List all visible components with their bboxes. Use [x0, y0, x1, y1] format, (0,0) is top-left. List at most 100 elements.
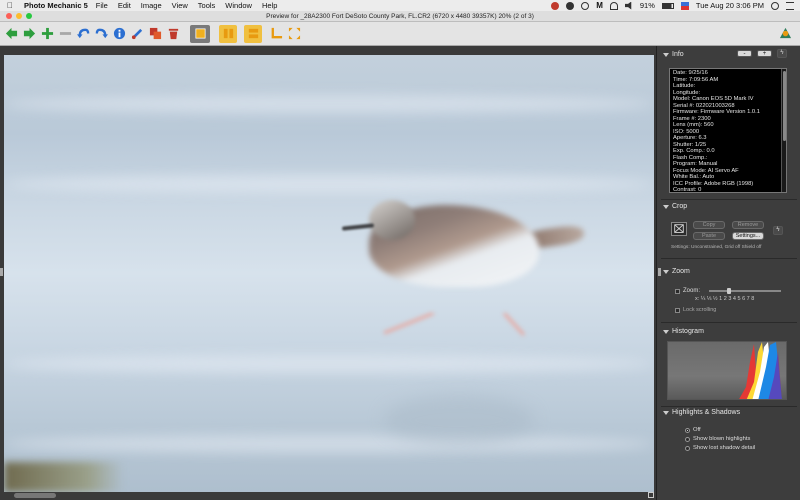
edit-button[interactable] — [130, 26, 145, 41]
menu-view[interactable]: View — [172, 1, 188, 10]
info-button[interactable] — [112, 26, 127, 41]
zoom-scale: x: ¼ ⅓ ½ 1 2 3 4 5 6 7 8 — [695, 296, 755, 302]
disclosure-triangle-icon — [663, 204, 669, 209]
menu-help[interactable]: Help — [262, 1, 277, 10]
crop-tool-button[interactable] — [269, 26, 284, 41]
zoom-slider[interactable] — [709, 288, 781, 294]
app-menu[interactable]: Photo Mechanic 5 — [24, 1, 88, 10]
divider — [661, 258, 797, 259]
histogram-section-header[interactable]: Histogram — [663, 328, 704, 335]
minimize-button[interactable] — [16, 13, 22, 19]
info-scrollbar[interactable] — [781, 69, 786, 192]
radio-button[interactable] — [685, 445, 690, 451]
crop-settings-button[interactable]: Settings... — [732, 232, 764, 240]
two-up-icon — [248, 28, 258, 39]
info-plus-button[interactable]: + — [757, 50, 772, 57]
add-button[interactable] — [40, 26, 55, 41]
crop-section-header[interactable]: Crop — [663, 203, 687, 210]
crop-remove-button[interactable]: Remove — [732, 221, 764, 229]
preview-area[interactable] — [0, 46, 656, 500]
highlights-option-blown[interactable]: Show blown highlights — [685, 436, 750, 442]
expand-button[interactable] — [287, 26, 302, 41]
delete-icon — [168, 28, 179, 40]
highlights-option-off[interactable]: Off — [685, 427, 701, 433]
lightning-icon[interactable]: ϟ — [777, 49, 787, 58]
battery-icon[interactable] — [661, 2, 674, 9]
forward-button[interactable] — [22, 26, 37, 41]
side-panel: Info - + ϟ Date: 9/25/16 Time: 7:09:56 AM… — [656, 46, 800, 500]
preview-image[interactable] — [4, 55, 654, 492]
wifi-icon[interactable] — [609, 1, 618, 10]
divider — [661, 199, 797, 200]
delete-button[interactable] — [166, 26, 181, 41]
info-minus-button[interactable]: - — [737, 50, 752, 57]
highlights-option-shadow[interactable]: Show lost shadow detail — [685, 445, 755, 451]
add-icon — [41, 27, 54, 40]
status-app-icon[interactable] — [581, 1, 590, 10]
info-section-header[interactable]: Info — [663, 51, 684, 58]
menu-edit[interactable]: Edit — [118, 1, 131, 10]
radio-button[interactable] — [685, 427, 690, 433]
menu-window[interactable]: Window — [225, 1, 252, 10]
info-box[interactable]: Date: 9/25/16 Time: 7:09:56 AM Latitude: Lo… — [669, 68, 787, 193]
zoom-button[interactable] — [26, 13, 32, 19]
horizontal-scrollbar[interactable] — [14, 493, 56, 498]
lock-scrolling-row[interactable]: Lock scrolling — [675, 307, 716, 313]
back-button[interactable] — [4, 26, 19, 41]
option-label: Off — [693, 427, 701, 433]
menu-file[interactable]: File — [96, 1, 108, 10]
back-arrow-icon — [5, 27, 18, 40]
remove-icon — [59, 32, 72, 35]
volume-icon[interactable] — [624, 1, 632, 10]
disclosure-triangle-icon — [663, 329, 669, 334]
left-resize-handle[interactable] — [0, 268, 3, 276]
divider — [661, 322, 797, 323]
histogram-graph — [739, 342, 782, 399]
menu-tools[interactable]: Tools — [198, 1, 216, 10]
rotate-left-icon — [77, 28, 90, 39]
lock-scrolling-label: Lock scrolling — [683, 307, 717, 313]
two-up-button[interactable] — [244, 24, 262, 43]
notification-icon[interactable] — [786, 1, 794, 10]
edit-icon — [131, 28, 143, 40]
rotate-right-button[interactable] — [94, 26, 109, 41]
window-controls — [6, 13, 32, 19]
apple-icon[interactable]:  — [4, 1, 16, 10]
copy-button[interactable] — [148, 26, 163, 41]
crop-paste-button[interactable]: Paste — [693, 232, 725, 240]
crop-icon — [271, 27, 283, 39]
rotate-left-button[interactable] — [76, 26, 91, 41]
menu-bar:  Photo Mechanic 5 File Edit Image View … — [0, 0, 800, 11]
single-view-icon — [194, 28, 206, 39]
search-icon[interactable] — [771, 1, 779, 10]
lock-scrolling-checkbox[interactable] — [675, 307, 680, 313]
single-view-button[interactable] — [190, 24, 210, 43]
info-line: Contrast: 0 — [673, 187, 702, 193]
info-lines: Date: 9/25/16 Time: 7:09:56 AM Latitude: Lo… — [670, 69, 786, 193]
forward-arrow-icon — [23, 27, 36, 40]
mail-icon[interactable]: M — [596, 1, 603, 10]
highlights-section-header[interactable]: Highlights & Shadows — [663, 409, 740, 416]
resize-corner[interactable] — [648, 492, 654, 498]
zoom-checkbox[interactable] — [675, 288, 680, 294]
close-button[interactable] — [6, 13, 12, 19]
battery-percent[interactable]: 91% — [640, 1, 655, 10]
zoom-slider-knob[interactable] — [727, 288, 731, 294]
histogram-title: Histogram — [672, 328, 704, 335]
menu-image[interactable]: Image — [141, 1, 162, 10]
flag-icon[interactable] — [680, 1, 689, 10]
highlights-title: Highlights & Shadows — [672, 409, 741, 416]
zoom-section-header[interactable]: Zoom — [663, 268, 690, 275]
remove-button[interactable] — [58, 26, 73, 41]
histogram-chart — [667, 341, 787, 400]
crop-copy-button[interactable]: Copy — [693, 221, 725, 229]
status-app-icon[interactable] — [566, 1, 575, 10]
crop-toggle-icon[interactable] — [671, 222, 687, 236]
clock[interactable]: Tue Aug 20 3:06 PM — [696, 1, 764, 10]
radio-button[interactable] — [685, 436, 690, 442]
panel-resize-handle[interactable] — [658, 268, 661, 276]
zoom-row: Zoom: — [675, 288, 700, 294]
status-app-icon[interactable] — [551, 1, 560, 10]
lightning-icon[interactable]: ϟ — [773, 226, 783, 235]
compare-button[interactable] — [219, 24, 237, 43]
